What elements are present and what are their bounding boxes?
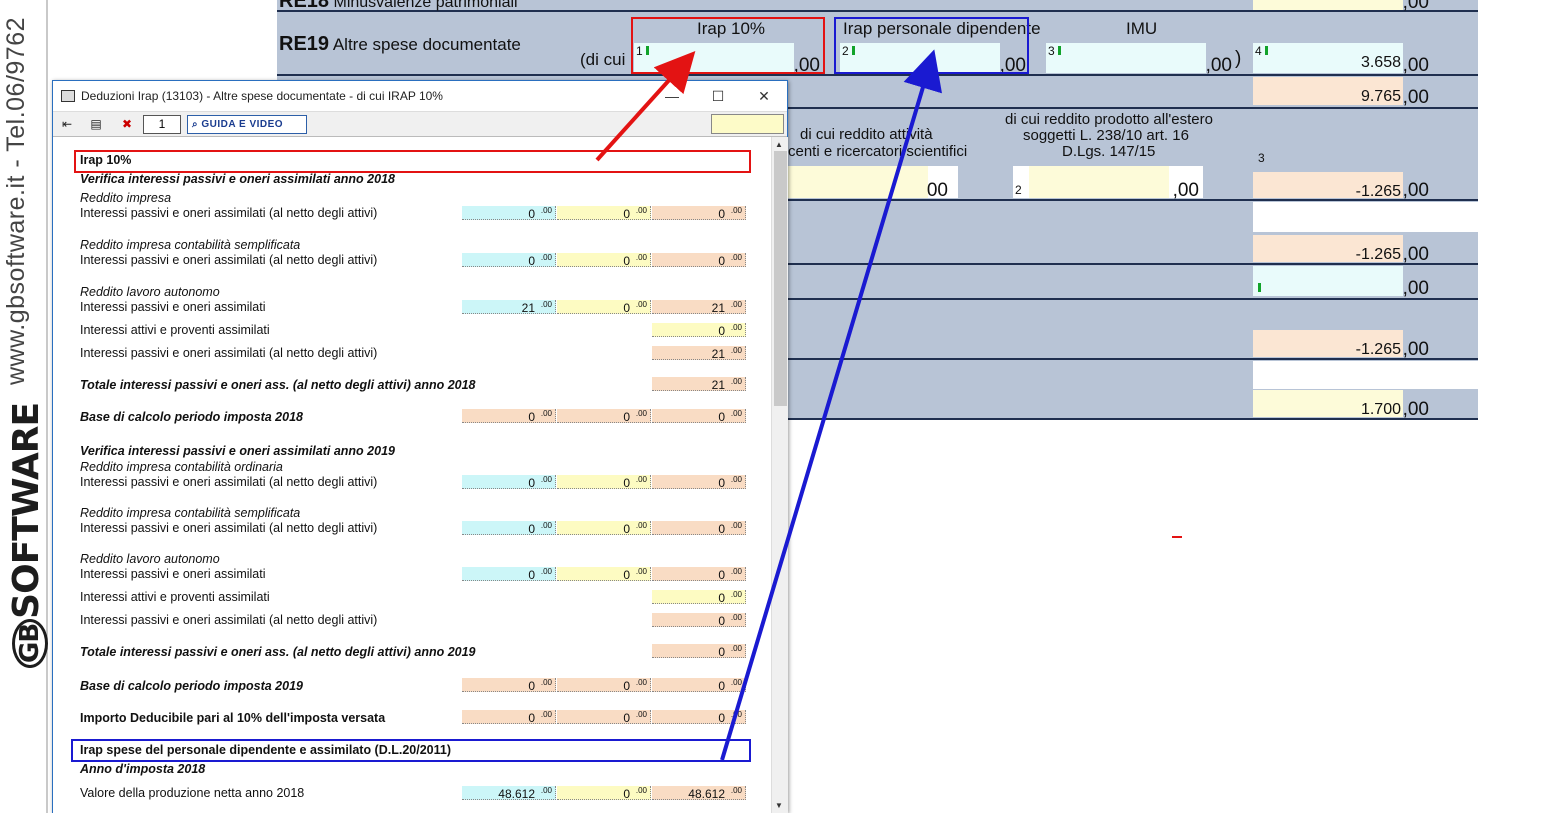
screenshot-stage: www.gbsoftware.it - Tel.06/9762 GBSOFTWA… — [0, 0, 1560, 813]
red-arrow — [595, 51, 696, 162]
blue-arrow — [720, 49, 943, 761]
annotation-arrows — [595, 49, 943, 761]
